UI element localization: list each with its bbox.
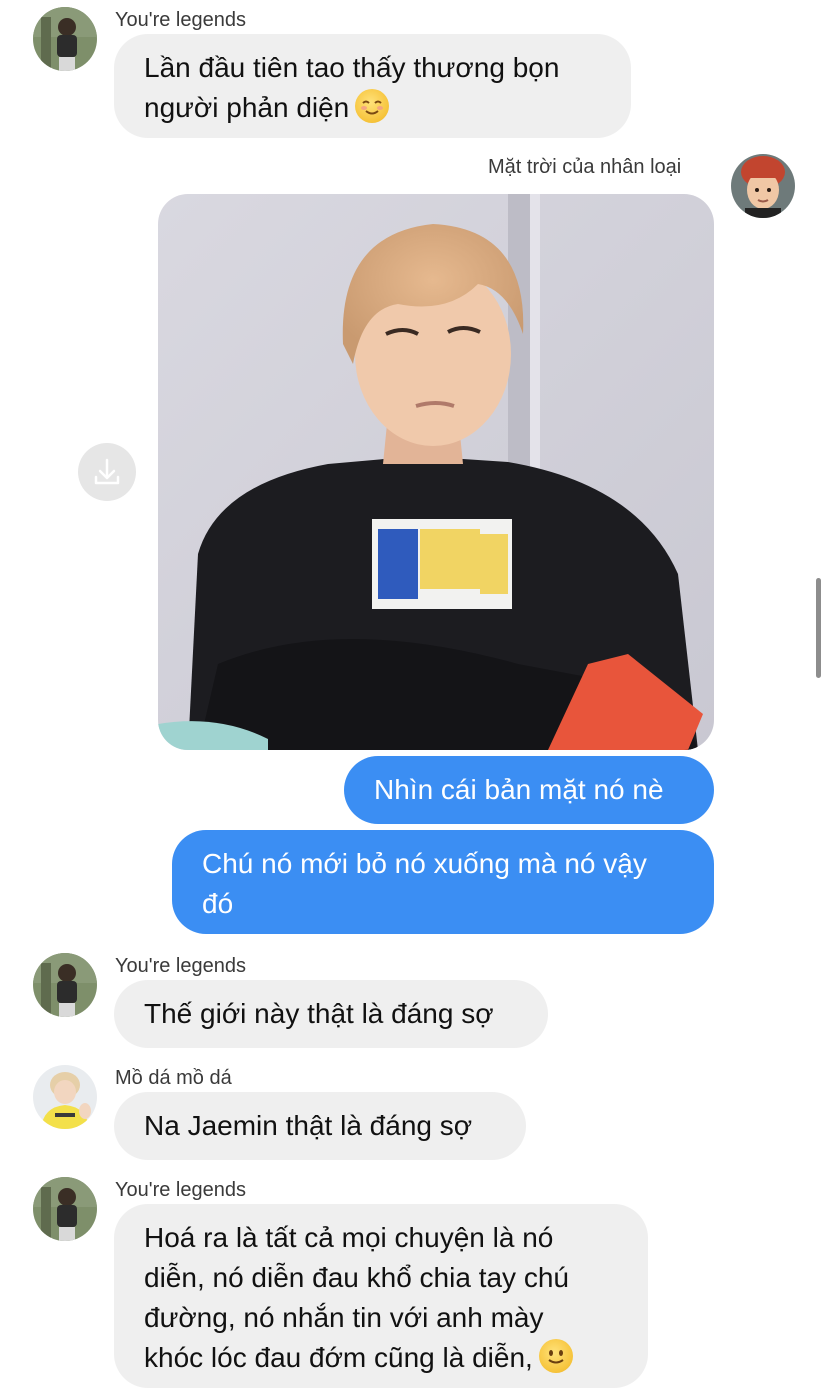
avatar-youre-legends[interactable]	[33, 1177, 97, 1241]
scrollbar-thumb[interactable]	[816, 578, 821, 678]
message-bubble[interactable]: Nhìn cái bản mặt nó nè	[344, 756, 714, 824]
avatar-youre-legends[interactable]	[33, 7, 97, 71]
sender-name: Mặt trời của nhân loại	[488, 156, 682, 178]
sender-name: Mồ dá mồ dá	[115, 1067, 232, 1089]
message-text-line: đó	[202, 888, 234, 919]
message-bubble[interactable]: Chú nó mới bỏ nó xuống mà nó vậy đó	[172, 830, 714, 934]
message-text-line: Thế giới này thật là đáng sợ	[144, 998, 494, 1029]
relieved-smile-emoji-icon	[355, 89, 390, 123]
message-bubble[interactable]: Thế giới này thật là đáng sợ	[114, 980, 548, 1048]
message-text-line: Hoá ra là tất cả mọi chuyện là nó	[144, 1222, 554, 1253]
message-text-line: diễn, nó diễn đau khổ chia tay chú	[144, 1262, 569, 1293]
message-text-line: đường, nó nhắn tin với anh mày	[144, 1302, 544, 1333]
sender-name: You're legends	[115, 1179, 246, 1201]
sender-name: You're legends	[115, 955, 246, 977]
message-bubble[interactable]: Na Jaemin thật là đáng sợ	[114, 1092, 526, 1160]
message-bubble[interactable]: Hoá ra là tất cả mọi chuyện là nó diễn, …	[114, 1204, 648, 1388]
message-text-line: Chú nó mới bỏ nó xuống mà nó vậy	[202, 848, 647, 879]
avatar-mat-troi-cua-nhan-loai[interactable]	[731, 154, 795, 218]
message-text-line: Lần đầu tiên tao thấy thương bọn	[144, 52, 560, 83]
message-photo[interactable]	[158, 194, 714, 750]
download-button[interactable]	[78, 443, 136, 501]
message-text-line: Na Jaemin thật là đáng sợ	[144, 1110, 473, 1141]
slight-smile-emoji-icon	[538, 1339, 573, 1373]
download-icon	[94, 458, 120, 485]
avatar-mo-da-mo-da[interactable]	[33, 1065, 97, 1129]
sender-name: You're legends	[115, 9, 246, 31]
message-text-line: người phản diện	[144, 88, 601, 128]
avatar-youre-legends[interactable]	[33, 953, 97, 1017]
message-bubble[interactable]: Lần đầu tiên tao thấy thương bọn người p…	[114, 34, 631, 138]
message-text-line: Nhìn cái bản mặt nó nè	[374, 774, 664, 805]
message-text-line: khóc lóc đau đớm cũng là diễn,	[144, 1338, 618, 1378]
